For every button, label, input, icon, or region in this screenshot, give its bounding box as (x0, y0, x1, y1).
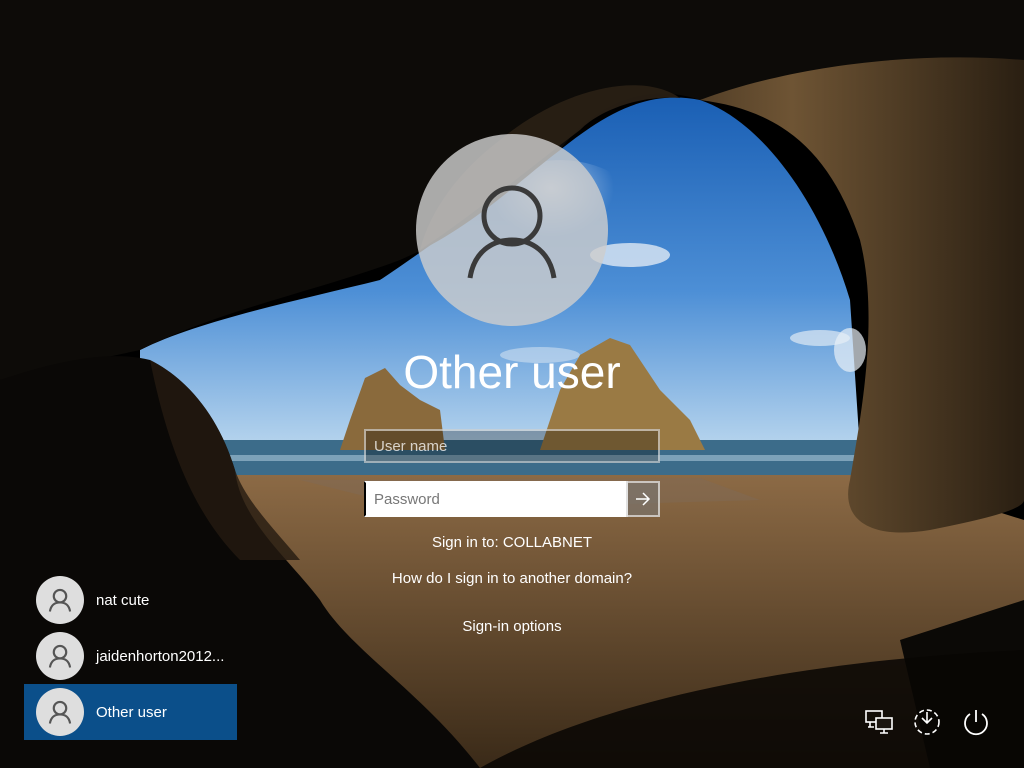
signin-domain-text: Sign in to: COLLABNET (431, 534, 593, 551)
ease-of-access-button[interactable] (909, 704, 945, 740)
arrow-right-icon (636, 492, 651, 506)
user-tile-other-user[interactable]: Other user (24, 684, 237, 740)
user-icon (48, 588, 72, 612)
user-tile-jaidenhorton[interactable]: jaidenhorton2012... (24, 628, 237, 684)
user-icon (467, 185, 557, 279)
selected-user-name: Other user (403, 346, 621, 398)
network-icon (865, 710, 893, 734)
signin-options-link[interactable]: Sign-in options (312, 618, 712, 635)
ease-of-access-icon (914, 709, 940, 735)
power-icon (964, 710, 988, 736)
user-tile-nat-cute[interactable]: nat cute (24, 572, 237, 628)
user-tile-label: nat cute (96, 591, 150, 609)
user-list: nat cute jaidenhorton2012... Other user (24, 572, 237, 740)
user-tile-label: Other user (96, 703, 167, 721)
network-button[interactable] (862, 704, 898, 740)
submit-button[interactable] (626, 481, 660, 517)
user-tile-label: jaidenhorton2012... (96, 647, 225, 665)
avatar (36, 576, 84, 624)
another-domain-link[interactable]: How do I sign in to another domain? (312, 570, 712, 587)
username-field[interactable] (364, 429, 660, 463)
password-row (364, 481, 660, 517)
avatar (36, 688, 84, 736)
user-icon (48, 644, 72, 668)
user-avatar-large (416, 134, 608, 326)
password-field[interactable] (364, 481, 628, 517)
user-icon (48, 700, 72, 724)
power-button[interactable] (958, 704, 994, 740)
avatar (36, 632, 84, 680)
